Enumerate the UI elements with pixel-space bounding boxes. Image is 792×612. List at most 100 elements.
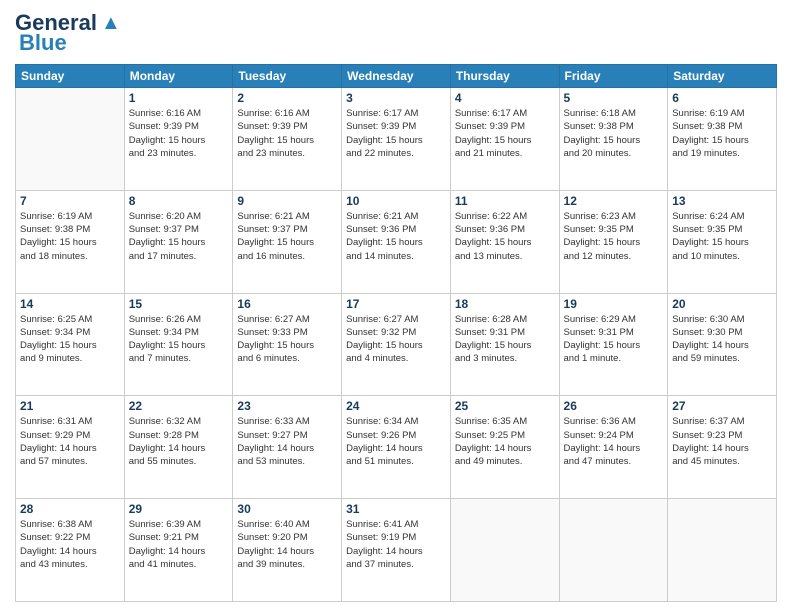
day-info: Sunrise: 6:34 AM Sunset: 9:26 PM Dayligh… [346,415,446,468]
calendar-cell [559,499,668,602]
day-number: 24 [346,399,446,413]
calendar-cell: 7 Sunrise: 6:19 AM Sunset: 9:38 PM Daylig… [16,190,125,293]
calendar-cell: 3 Sunrise: 6:17 AM Sunset: 9:39 PM Daylig… [342,88,451,191]
header: General ▲ Blue [15,10,777,56]
day-info: Sunrise: 6:40 AM Sunset: 9:20 PM Dayligh… [237,518,337,571]
day-info: Sunrise: 6:36 AM Sunset: 9:24 PM Dayligh… [564,415,664,468]
day-number: 7 [20,194,120,208]
day-number: 25 [455,399,555,413]
calendar-cell [450,499,559,602]
calendar-cell: 12Sunrise: 6:23 AM Sunset: 9:35 PM Dayli… [559,190,668,293]
calendar-cell [668,499,777,602]
day-number: 10 [346,194,446,208]
calendar-cell: 28 Sunrise: 6:38 AM Sunset: 9:22 PM Dayli… [16,499,125,602]
day-number: 18 [455,297,555,311]
calendar-cell: 21Sunrise: 6:31 AM Sunset: 9:29 PM Dayli… [16,396,125,499]
day-number: 28 [20,502,120,516]
day-number: 29 [129,502,229,516]
calendar-day-header: Wednesday [342,65,451,88]
calendar-cell: 8Sunrise: 6:20 AM Sunset: 9:37 PM Daylig… [124,190,233,293]
day-info: Sunrise: 6:25 AM Sunset: 9:34 PM Dayligh… [20,313,120,366]
day-number: 19 [564,297,664,311]
calendar-cell: 16 Sunrise: 6:27 AM Sunset: 9:33 PM Dayli… [233,293,342,396]
calendar-cell: 26Sunrise: 6:36 AM Sunset: 9:24 PM Dayli… [559,396,668,499]
calendar-cell: 17Sunrise: 6:27 AM Sunset: 9:32 PM Dayli… [342,293,451,396]
logo-bird-icon: ▲ [101,12,121,35]
calendar-cell: 15 Sunrise: 6:26 AM Sunset: 9:34 PM Dayli… [124,293,233,396]
day-number: 15 [129,297,229,311]
calendar-cell: 13 Sunrise: 6:24 AM Sunset: 9:35 PM Dayli… [668,190,777,293]
day-number: 30 [237,502,337,516]
calendar-cell: 4 Sunrise: 6:17 AM Sunset: 9:39 PM Daylig… [450,88,559,191]
day-number: 3 [346,91,446,105]
calendar-week-row: 14Sunrise: 6:25 AM Sunset: 9:34 PM Dayli… [16,293,777,396]
day-info: Sunrise: 6:17 AM Sunset: 9:39 PM Dayligh… [455,107,555,160]
calendar-cell: 20 Sunrise: 6:30 AM Sunset: 9:30 PM Dayli… [668,293,777,396]
calendar-cell: 10 Sunrise: 6:21 AM Sunset: 9:36 PM Dayli… [342,190,451,293]
day-number: 17 [346,297,446,311]
calendar-cell: 30 Sunrise: 6:40 AM Sunset: 9:20 PM Dayli… [233,499,342,602]
day-info: Sunrise: 6:19 AM Sunset: 9:38 PM Dayligh… [20,210,120,263]
day-number: 9 [237,194,337,208]
calendar-day-header: Monday [124,65,233,88]
day-number: 4 [455,91,555,105]
day-number: 27 [672,399,772,413]
calendar-day-header: Friday [559,65,668,88]
day-number: 31 [346,502,446,516]
calendar-cell: 6Sunrise: 6:19 AM Sunset: 9:38 PM Daylig… [668,88,777,191]
calendar-day-header: Sunday [16,65,125,88]
day-info: Sunrise: 6:37 AM Sunset: 9:23 PM Dayligh… [672,415,772,468]
calendar-cell: 1 Sunrise: 6:16 AM Sunset: 9:39 PM Daylig… [124,88,233,191]
logo-text-blue: Blue [19,30,67,56]
calendar-week-row: 7 Sunrise: 6:19 AM Sunset: 9:38 PM Daylig… [16,190,777,293]
day-info: Sunrise: 6:21 AM Sunset: 9:37 PM Dayligh… [237,210,337,263]
day-number: 23 [237,399,337,413]
calendar-week-row: 1 Sunrise: 6:16 AM Sunset: 9:39 PM Daylig… [16,88,777,191]
calendar-table: SundayMondayTuesdayWednesdayThursdayFrid… [15,64,777,602]
day-info: Sunrise: 6:32 AM Sunset: 9:28 PM Dayligh… [129,415,229,468]
day-number: 1 [129,91,229,105]
logo: General ▲ Blue [15,10,121,56]
calendar-cell: 24 Sunrise: 6:34 AM Sunset: 9:26 PM Dayli… [342,396,451,499]
day-info: Sunrise: 6:30 AM Sunset: 9:30 PM Dayligh… [672,313,772,366]
calendar-cell: 18 Sunrise: 6:28 AM Sunset: 9:31 PM Dayli… [450,293,559,396]
day-number: 16 [237,297,337,311]
calendar-cell: 2Sunrise: 6:16 AM Sunset: 9:39 PM Daylig… [233,88,342,191]
calendar-cell: 22 Sunrise: 6:32 AM Sunset: 9:28 PM Dayli… [124,396,233,499]
calendar-cell: 5Sunrise: 6:18 AM Sunset: 9:38 PM Daylig… [559,88,668,191]
calendar-week-row: 28 Sunrise: 6:38 AM Sunset: 9:22 PM Dayli… [16,499,777,602]
day-number: 22 [129,399,229,413]
day-number: 13 [672,194,772,208]
day-info: Sunrise: 6:41 AM Sunset: 9:19 PM Dayligh… [346,518,446,571]
day-number: 8 [129,194,229,208]
day-info: Sunrise: 6:35 AM Sunset: 9:25 PM Dayligh… [455,415,555,468]
calendar-cell: 9 Sunrise: 6:21 AM Sunset: 9:37 PM Daylig… [233,190,342,293]
calendar-cell: 29 Sunrise: 6:39 AM Sunset: 9:21 PM Dayli… [124,499,233,602]
calendar-header-row: SundayMondayTuesdayWednesdayThursdayFrid… [16,65,777,88]
calendar-day-header: Tuesday [233,65,342,88]
day-info: Sunrise: 6:27 AM Sunset: 9:33 PM Dayligh… [237,313,337,366]
day-info: Sunrise: 6:16 AM Sunset: 9:39 PM Dayligh… [129,107,229,160]
calendar-cell: 27 Sunrise: 6:37 AM Sunset: 9:23 PM Dayli… [668,396,777,499]
day-info: Sunrise: 6:18 AM Sunset: 9:38 PM Dayligh… [564,107,664,160]
day-info: Sunrise: 6:38 AM Sunset: 9:22 PM Dayligh… [20,518,120,571]
day-number: 11 [455,194,555,208]
calendar-cell: 23 Sunrise: 6:33 AM Sunset: 9:27 PM Dayli… [233,396,342,499]
day-info: Sunrise: 6:39 AM Sunset: 9:21 PM Dayligh… [129,518,229,571]
day-info: Sunrise: 6:17 AM Sunset: 9:39 PM Dayligh… [346,107,446,160]
calendar-day-header: Thursday [450,65,559,88]
day-info: Sunrise: 6:19 AM Sunset: 9:38 PM Dayligh… [672,107,772,160]
day-info: Sunrise: 6:28 AM Sunset: 9:31 PM Dayligh… [455,313,555,366]
day-number: 12 [564,194,664,208]
day-info: Sunrise: 6:22 AM Sunset: 9:36 PM Dayligh… [455,210,555,263]
calendar-cell: 14Sunrise: 6:25 AM Sunset: 9:34 PM Dayli… [16,293,125,396]
day-info: Sunrise: 6:33 AM Sunset: 9:27 PM Dayligh… [237,415,337,468]
calendar-cell: 25 Sunrise: 6:35 AM Sunset: 9:25 PM Dayli… [450,396,559,499]
day-info: Sunrise: 6:21 AM Sunset: 9:36 PM Dayligh… [346,210,446,263]
day-info: Sunrise: 6:24 AM Sunset: 9:35 PM Dayligh… [672,210,772,263]
day-number: 20 [672,297,772,311]
calendar-week-row: 21Sunrise: 6:31 AM Sunset: 9:29 PM Dayli… [16,396,777,499]
calendar-cell [16,88,125,191]
day-info: Sunrise: 6:26 AM Sunset: 9:34 PM Dayligh… [129,313,229,366]
day-info: Sunrise: 6:31 AM Sunset: 9:29 PM Dayligh… [20,415,120,468]
